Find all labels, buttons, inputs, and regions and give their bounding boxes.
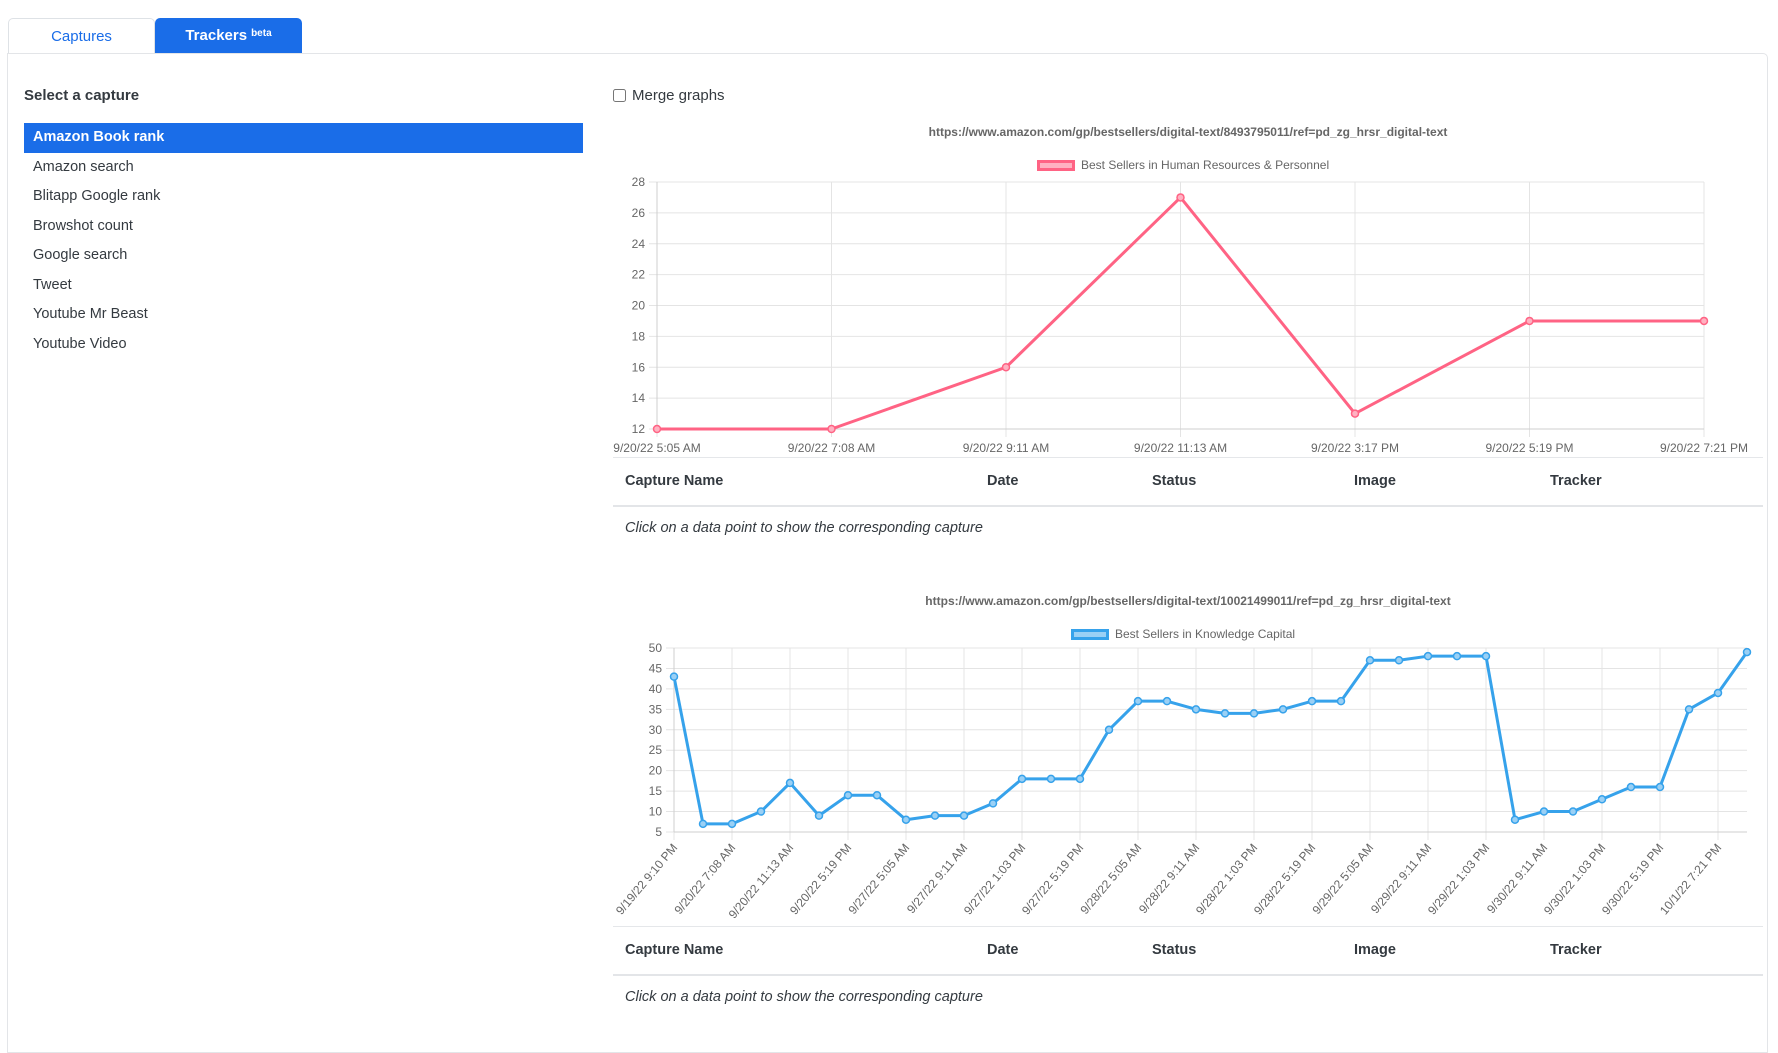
x-tick-label: 9/19/22 9:10 PM <box>613 841 680 917</box>
data-point[interactable] <box>1626 782 1636 792</box>
x-tick-label: 9/29/22 1:03 PM <box>1425 841 1492 917</box>
x-tick-label: 9/30/22 1:03 PM <box>1541 841 1608 917</box>
data-point[interactable] <box>988 799 998 808</box>
x-tick-label: 9/20/22 5:19 PM <box>787 841 854 917</box>
x-tick-label: 9/27/22 5:05 AM <box>845 841 912 917</box>
data-point[interactable] <box>1220 709 1230 718</box>
x-tick-label: 9/20/22 7:08 AM <box>671 841 738 917</box>
data-point[interactable] <box>1452 651 1462 661</box>
chart-2[interactable]: 51015202530354045509/19/22 9:10 PM9/20/2… <box>0 0 1778 1010</box>
th-status: Status <box>1152 942 1197 958</box>
th-capture-name: Capture Name <box>625 942 724 958</box>
data-point[interactable] <box>1655 782 1665 792</box>
series-line <box>672 651 1749 826</box>
data-point[interactable] <box>1713 688 1723 698</box>
data-point[interactable] <box>959 811 969 820</box>
data-point[interactable] <box>1104 725 1114 735</box>
x-tick-label: 10/1/22 7:21 PM <box>1657 841 1724 917</box>
data-point[interactable] <box>1510 815 1520 824</box>
data-point[interactable] <box>930 811 940 820</box>
y-tick-label: 10 <box>649 805 663 819</box>
y-tick-label: 35 <box>649 702 663 716</box>
x-tick-label: 9/28/22 1:03 PM <box>1193 841 1260 917</box>
data-point[interactable] <box>1162 696 1172 706</box>
th-date: Date <box>987 942 1019 958</box>
y-tick-label: 25 <box>649 743 663 757</box>
data-point[interactable] <box>1394 656 1404 665</box>
x-tick-label: 9/20/22 11:13 AM <box>726 841 797 921</box>
y-tick-label: 50 <box>649 641 663 655</box>
data-point[interactable] <box>843 790 853 800</box>
data-point[interactable] <box>1423 651 1433 661</box>
y-tick-label: 5 <box>655 825 662 839</box>
data-point[interactable] <box>727 819 737 829</box>
data-point[interactable] <box>756 807 766 816</box>
th-tracker: Tracker <box>1550 942 1602 958</box>
x-tick-label: 9/27/22 1:03 PM <box>961 841 1028 917</box>
data-point[interactable] <box>814 811 824 820</box>
x-tick-label: 9/27/22 9:11 AM <box>904 841 970 916</box>
x-tick-label: 9/28/22 5:05 AM <box>1077 841 1144 917</box>
x-tick-label: 9/29/22 9:11 AM <box>1368 841 1434 916</box>
y-tick-label: 45 <box>649 661 663 675</box>
data-point[interactable] <box>1336 696 1346 706</box>
data-point[interactable] <box>785 778 795 788</box>
data-point[interactable] <box>1481 651 1491 661</box>
table-divider <box>613 926 1763 927</box>
x-tick-label: 9/28/22 9:11 AM <box>1136 841 1202 916</box>
data-point[interactable] <box>1307 696 1317 706</box>
y-tick-label: 15 <box>649 784 663 798</box>
data-point[interactable] <box>1017 774 1027 784</box>
data-point[interactable] <box>669 672 679 681</box>
data-point[interactable] <box>1278 705 1288 714</box>
data-point[interactable] <box>1075 774 1085 784</box>
x-tick-label: 9/29/22 5:05 AM <box>1309 841 1376 917</box>
data-point[interactable] <box>1046 774 1056 784</box>
data-point[interactable] <box>1249 709 1259 718</box>
data-point[interactable] <box>901 815 911 824</box>
data-point[interactable] <box>1191 705 1201 714</box>
x-tick-label: 9/30/22 5:19 PM <box>1599 841 1666 917</box>
y-tick-label: 20 <box>649 764 663 778</box>
y-tick-label: 40 <box>649 682 663 696</box>
x-tick-label: 9/28/22 5:19 PM <box>1251 841 1318 917</box>
data-point[interactable] <box>1133 696 1143 706</box>
data-point[interactable] <box>1568 807 1578 816</box>
x-tick-label: 9/30/22 9:11 AM <box>1484 841 1550 916</box>
th-image: Image <box>1354 942 1396 958</box>
data-point[interactable] <box>872 790 882 800</box>
table-divider <box>613 974 1763 976</box>
data-point[interactable] <box>1684 705 1694 714</box>
empty-hint: Click on a data point to show the corres… <box>625 989 983 1005</box>
data-point[interactable] <box>1597 795 1607 804</box>
data-point[interactable] <box>1365 656 1375 665</box>
data-point[interactable] <box>1539 807 1549 816</box>
data-point[interactable] <box>1742 647 1752 657</box>
x-tick-label: 9/27/22 5:19 PM <box>1019 841 1086 917</box>
y-tick-label: 30 <box>649 723 663 737</box>
data-point[interactable] <box>698 819 708 829</box>
